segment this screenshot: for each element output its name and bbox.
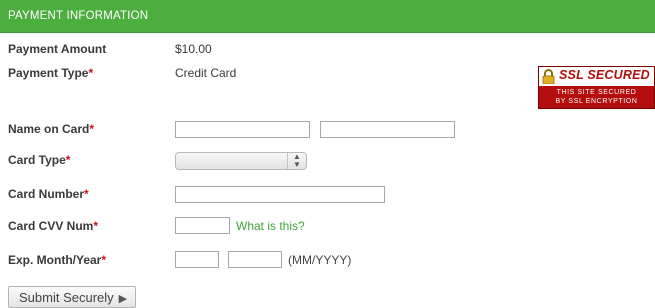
last-name-input[interactable]	[320, 121, 455, 138]
card-type-select[interactable]: ▲ ▼	[175, 152, 307, 170]
expiry-label: Exp. Month/Year*	[8, 253, 107, 267]
card-number-label: Card Number*	[8, 187, 89, 201]
lock-icon	[542, 69, 555, 87]
card-cvv-label: Card CVV Num*	[8, 219, 99, 233]
exp-month-input[interactable]	[175, 251, 219, 268]
payment-amount-label: Payment Amount	[8, 42, 107, 56]
section-header: PAYMENT INFORMATION	[0, 0, 655, 33]
ssl-secured-badge: SSL SECURED THIS SITE SECURED BY SSL ENC…	[538, 66, 655, 109]
card-type-label: Card Type*	[8, 153, 71, 167]
ssl-badge-line2: BY SSL ENCRYPTION	[555, 98, 638, 105]
ssl-badge-line1: THIS SITE SECURED	[556, 89, 637, 96]
card-number-input[interactable]	[175, 186, 385, 203]
required-marker: *	[93, 219, 99, 233]
name-on-card-label: Name on Card*	[8, 122, 95, 136]
exp-year-input[interactable]	[228, 251, 282, 268]
payment-type-value: Credit Card	[175, 66, 237, 80]
required-marker: *	[101, 253, 107, 267]
exp-format-hint: (MM/YYYY)	[288, 253, 352, 267]
required-marker: *	[84, 187, 89, 201]
required-marker: *	[88, 66, 94, 80]
cvv-input[interactable]	[175, 217, 230, 234]
ssl-badge-title: SSL SECURED	[559, 68, 650, 82]
cvv-help-link[interactable]: What is this?	[236, 219, 305, 233]
section-title: PAYMENT INFORMATION	[8, 10, 149, 22]
play-arrow-icon: ▶	[118, 292, 128, 305]
required-marker: *	[89, 122, 95, 136]
select-arrows-icon: ▲ ▼	[287, 153, 306, 169]
payment-amount-value: $10.00	[175, 42, 212, 56]
ssl-badge-header: SSL SECURED	[539, 67, 654, 86]
required-marker: *	[65, 153, 71, 167]
payment-type-label: Payment Type*	[8, 66, 94, 80]
first-name-input[interactable]	[175, 121, 310, 138]
submit-label: Submit Securely	[19, 289, 114, 305]
submit-securely-button[interactable]: Submit Securely ▶	[8, 286, 136, 308]
